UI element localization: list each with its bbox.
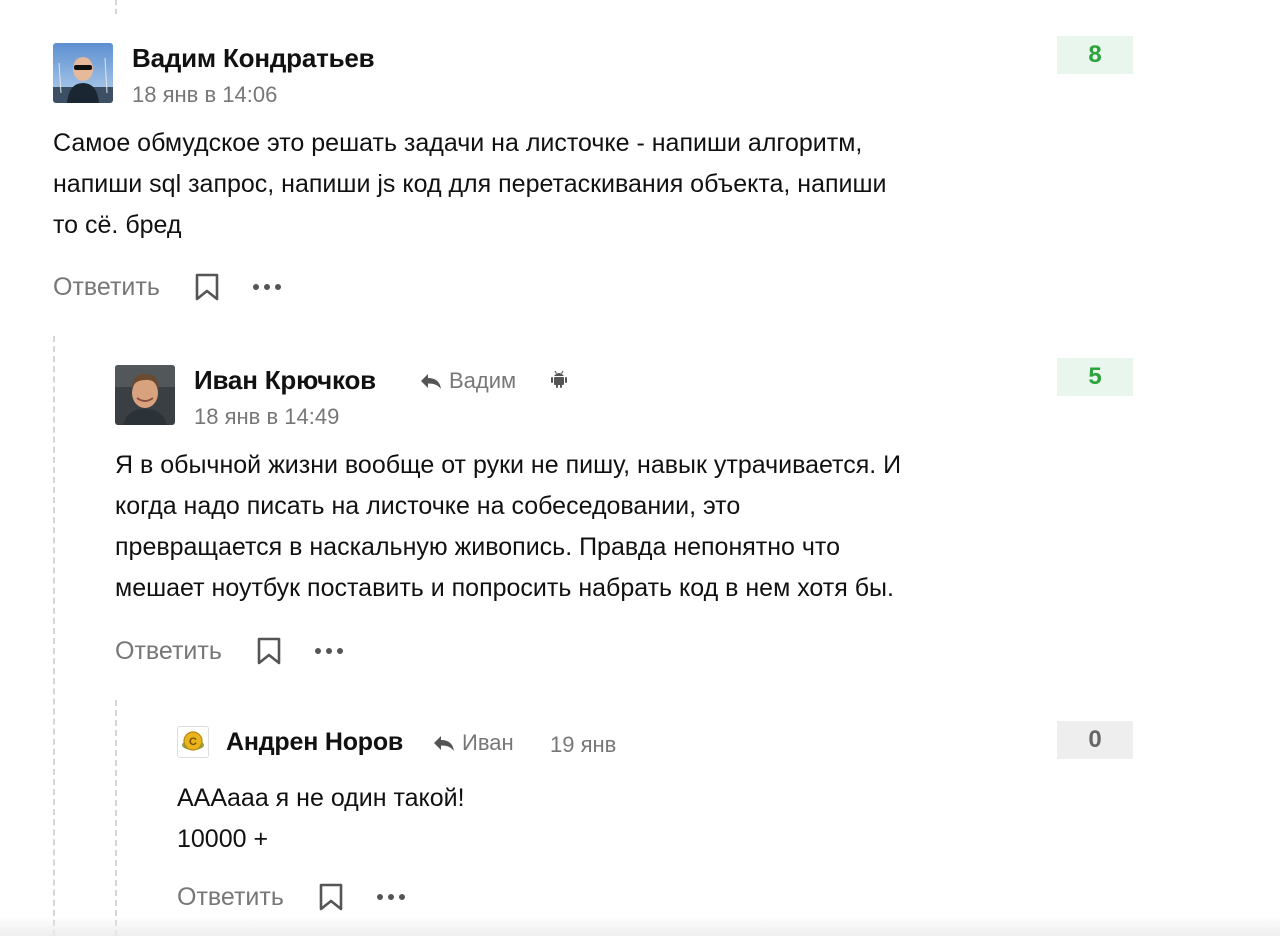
comments-thread: Вадим Кондратьев 18 янв в 14:06 Самое об… — [0, 0, 1280, 936]
bookmark-button[interactable] — [318, 882, 344, 912]
reply-button[interactable]: Ответить — [177, 883, 284, 912]
reply-to-link[interactable]: Иван — [432, 730, 514, 756]
reply-button[interactable]: Ответить — [53, 273, 160, 302]
thread-line-level-1 — [53, 336, 55, 936]
svg-text:C: C — [189, 736, 197, 748]
reply-to-name: Иван — [462, 730, 514, 755]
more-dots-icon — [252, 284, 281, 290]
more-button[interactable] — [376, 892, 406, 902]
comment-body-line: напиши sql запрос, напиши js код для пер… — [53, 170, 887, 198]
thread-line-level-2 — [115, 700, 117, 936]
comment-vadim: Вадим Кондратьев 18 янв в 14:06 Самое об… — [53, 43, 1153, 313]
comment-body: Я в обычной жизни вообще от руки не пишу… — [115, 445, 1055, 609]
comment-date[interactable]: 18 янв в 14:49 — [194, 404, 339, 430]
bookmark-button[interactable] — [256, 636, 282, 666]
reply-button[interactable]: Ответить — [115, 637, 222, 666]
comment-body-line: Самое обмудское это решать задачи на лис… — [53, 129, 863, 157]
comment-date[interactable]: 18 янв в 14:06 — [132, 82, 277, 108]
comment-actions: Ответить — [115, 631, 344, 671]
comment-body-line: мешает ноутбук поставить и попросить наб… — [115, 574, 894, 602]
bookmark-icon — [195, 273, 219, 301]
comment-body-line: то сё. бред — [53, 211, 182, 239]
comment-body-line: 10000 + — [177, 825, 269, 853]
comment-author[interactable]: Андрен Норов — [226, 728, 403, 757]
comment-ivan: Иван Крючков Вадим 18 янв в 14:49 Я в об… — [115, 365, 1115, 675]
bookmark-icon — [257, 637, 281, 665]
comment-body-line: Я в обычной жизни вообще от руки не пишу… — [115, 451, 902, 479]
comment-body-line: превращается в наскальную живопись. Прав… — [115, 533, 840, 561]
bottom-fade — [0, 916, 1280, 936]
comment-score: 0 — [1057, 721, 1133, 759]
thread-line-top — [115, 0, 117, 14]
avatar[interactable]: C — [177, 726, 209, 758]
more-button[interactable] — [314, 646, 344, 656]
reply-arrow-icon — [421, 374, 441, 389]
comment-author[interactable]: Вадим Кондратьев — [132, 43, 375, 74]
android-icon — [551, 370, 567, 388]
more-dots-icon — [314, 648, 343, 654]
more-dots-icon — [376, 894, 405, 900]
comment-body: ААAааа я не один такой! 10000 + — [177, 778, 1077, 860]
comment-date[interactable]: 19 янв — [550, 732, 616, 758]
user-avatar-photo-icon — [53, 43, 113, 103]
platform-indicator — [550, 369, 568, 394]
bookmark-icon — [319, 883, 343, 911]
comment-body: Самое обмудское это решать задачи на лис… — [53, 123, 1053, 246]
reply-arrow-icon — [434, 736, 454, 751]
comment-score: 8 — [1057, 36, 1133, 74]
user-avatar-photo-icon — [115, 365, 175, 425]
comment-body-line: когда надо писать на листочке на собесед… — [115, 492, 741, 520]
comment-author[interactable]: Иван Крючков — [194, 365, 376, 396]
bookmark-button[interactable] — [194, 272, 220, 302]
reply-to-name: Вадим — [449, 368, 517, 393]
more-button[interactable] — [252, 282, 282, 292]
comment-body-line: ААAааа я не один такой! — [177, 784, 465, 812]
comment-actions: Ответить — [177, 877, 406, 917]
avatar[interactable] — [53, 43, 113, 103]
comment-andren: C Андрен Норов Иван 19 янв ААAааа я не о… — [177, 726, 1127, 926]
user-avatar-coin-icon: C — [178, 727, 208, 757]
avatar[interactable] — [115, 365, 175, 425]
reply-to-link[interactable]: Вадим — [419, 368, 516, 394]
comment-score: 5 — [1057, 358, 1133, 396]
comment-actions: Ответить — [53, 267, 282, 307]
